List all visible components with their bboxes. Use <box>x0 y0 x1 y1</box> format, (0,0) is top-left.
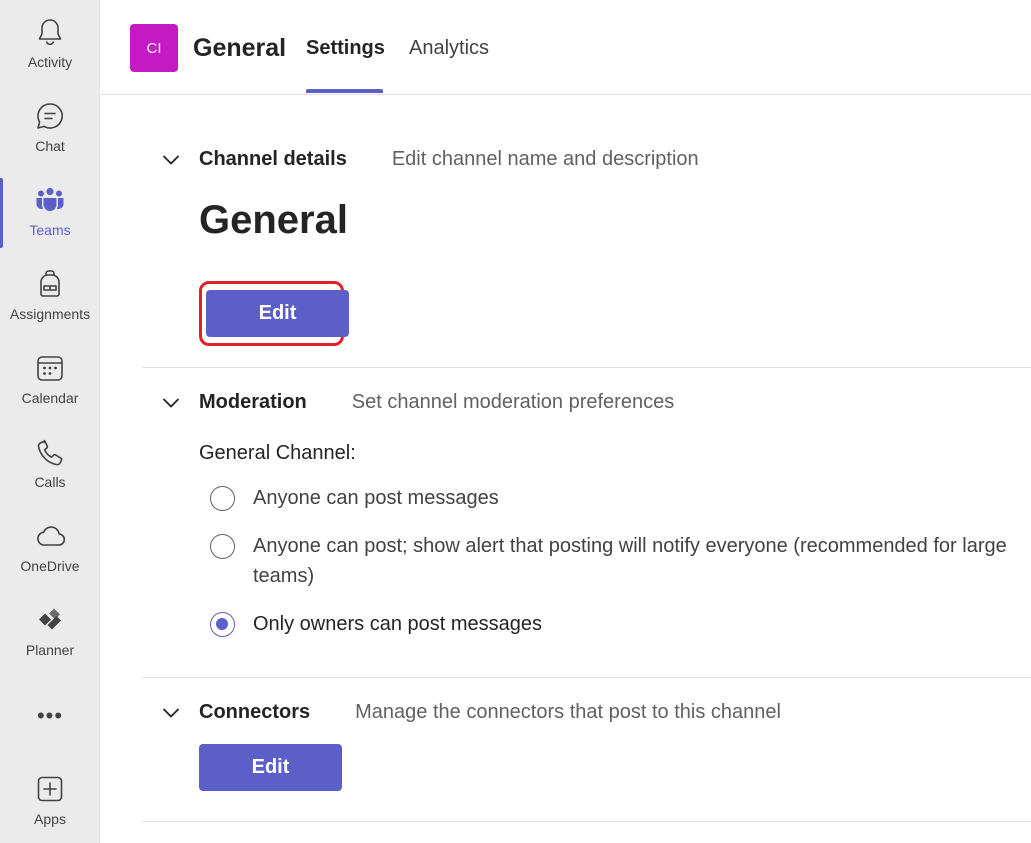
rail-label-teams: Teams <box>29 222 71 238</box>
rail-item-activity[interactable]: Activity <box>0 14 100 94</box>
channel-header: CI General Settings Analytics <box>100 0 1031 95</box>
chevron-down-icon <box>163 398 179 407</box>
radio-label: Anyone can post; show alert that posting… <box>253 535 1007 587</box>
teams-icon <box>36 187 64 211</box>
calendar-icon <box>37 356 63 381</box>
tab-active-indicator <box>306 89 383 93</box>
cloud-icon <box>37 526 66 546</box>
rail-item-chat[interactable]: Chat <box>0 98 100 178</box>
planner-icon <box>39 608 61 630</box>
rail-label-calendar: Calendar <box>21 390 79 406</box>
phone-icon <box>37 439 63 466</box>
rail-label-chat: Chat <box>35 138 65 154</box>
page-title: General <box>193 34 287 62</box>
rail-item-apps[interactable]: Apps <box>0 771 100 843</box>
rail-item-planner[interactable]: Planner <box>0 602 100 682</box>
rail-label-activity: Activity <box>27 54 73 70</box>
section-divider <box>142 367 1031 368</box>
section-title-channel-details: Channel details <box>199 148 347 170</box>
connectors-header[interactable]: Connectors Manage the connectors that po… <box>160 701 781 724</box>
radio-label: Anyone can post messages <box>253 487 499 509</box>
tab-analytics[interactable]: Analytics <box>409 37 489 60</box>
radio-button[interactable] <box>210 486 235 511</box>
rail-item-calls[interactable]: Calls <box>0 434 100 514</box>
rail-item-calendar[interactable]: Calendar <box>0 350 100 430</box>
backpack-icon <box>40 270 60 297</box>
tab-settings[interactable]: Settings <box>306 37 385 60</box>
section-title-connectors: Connectors <box>199 701 311 723</box>
rail-label-onedrive: OneDrive <box>20 558 80 574</box>
chat-icon <box>37 103 63 129</box>
team-avatar: CI <box>130 24 178 72</box>
chevron-down-icon <box>163 708 179 717</box>
radio-anyone-can-post[interactable]: Anyone can post messages <box>210 486 499 513</box>
section-divider <box>142 821 1031 822</box>
section-desc-moderation: Set channel moderation preferences <box>351 391 675 413</box>
section-divider <box>142 677 1031 678</box>
rail-item-teams[interactable]: Teams <box>0 182 100 262</box>
channel-details-header[interactable]: Channel details Edit channel name and de… <box>160 148 699 171</box>
moderation-sub-label: General Channel: <box>199 442 356 464</box>
more-apps-button[interactable]: ••• <box>0 700 100 732</box>
radio-button[interactable] <box>210 612 235 637</box>
channel-name: General <box>199 198 348 242</box>
section-title-moderation: Moderation <box>199 391 307 413</box>
rail-label-apps: Apps <box>34 811 66 827</box>
edit-channel-button[interactable]: Edit <box>206 290 349 337</box>
rail-label-calls: Calls <box>34 474 66 490</box>
bell-icon <box>38 19 62 46</box>
radio-anyone-can-post-alert[interactable]: Anyone can post; show alert that posting… <box>210 534 1010 591</box>
add-app-icon <box>37 776 63 802</box>
radio-label: Only owners can post messages <box>253 613 543 635</box>
rail-label-planner: Planner <box>25 642 75 658</box>
rail-label-assignments: Assignments <box>9 306 91 322</box>
section-desc-channel-details: Edit channel name and description <box>391 148 699 170</box>
edit-connectors-button[interactable]: Edit <box>199 744 342 791</box>
rail-item-assignments[interactable]: Assignments <box>0 266 100 346</box>
app-rail: Activity Chat Teams Assignments Calendar… <box>0 0 100 843</box>
chevron-down-icon <box>163 155 179 164</box>
radio-only-owners[interactable]: Only owners can post messages <box>210 612 542 639</box>
section-desc-connectors: Manage the connectors that post to this … <box>355 701 781 723</box>
rail-item-onedrive[interactable]: OneDrive <box>0 518 100 598</box>
moderation-header[interactable]: Moderation Set channel moderation prefer… <box>160 391 674 414</box>
radio-button[interactable] <box>210 534 235 559</box>
